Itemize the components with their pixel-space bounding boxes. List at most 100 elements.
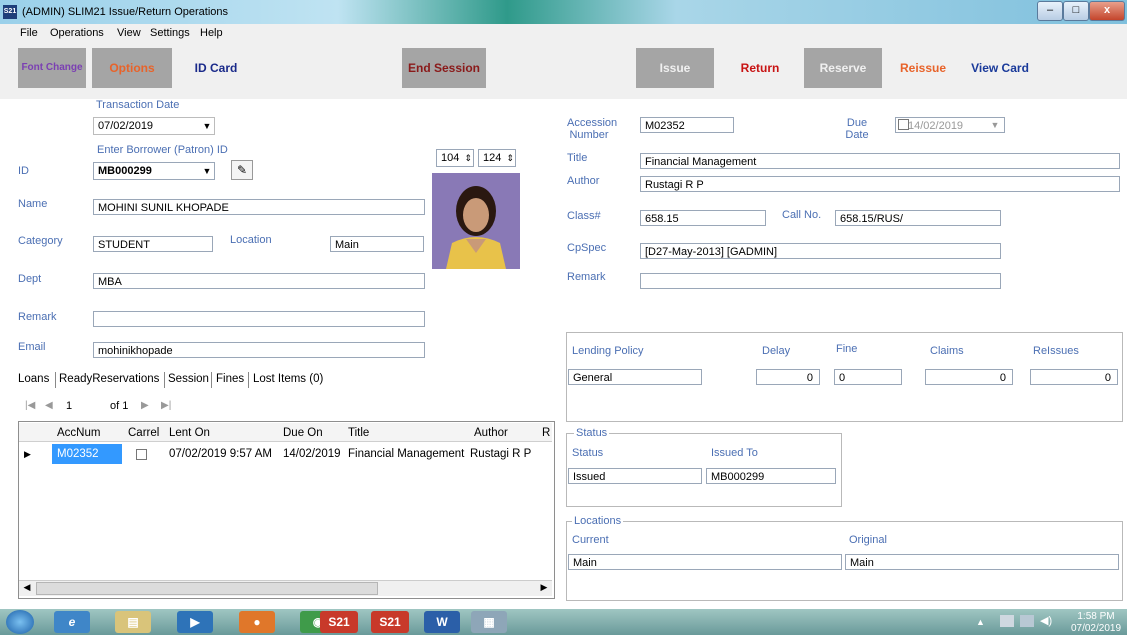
media-player-icon[interactable]: ▶ <box>177 611 213 633</box>
slim21-icon[interactable]: S21 <box>371 611 409 633</box>
spin-arrows-icon[interactable]: ⇕ <box>506 150 515 166</box>
cell-due-on[interactable]: 14/02/2019 <box>283 448 341 460</box>
reissue-button[interactable]: Reissue <box>888 48 958 88</box>
first-page-icon[interactable]: |◀ <box>25 400 35 411</box>
maximize-button[interactable]: □ <box>1063 1 1089 21</box>
fine-field[interactable]: 0 <box>834 369 902 385</box>
tab-session[interactable]: Session <box>168 373 209 385</box>
col-lent-on[interactable]: Lent On <box>169 427 210 439</box>
dropdown-arrow-icon[interactable]: ▼ <box>200 119 214 133</box>
book-remark-label: Remark <box>567 271 606 283</box>
ie-icon[interactable]: e <box>54 611 90 633</box>
font-change-button[interactable]: Font Change <box>18 48 86 88</box>
dropdown-arrow-icon[interactable]: ▼ <box>200 164 214 178</box>
claims-field[interactable]: 0 <box>925 369 1013 385</box>
col-title[interactable]: Title <box>348 427 369 439</box>
word-icon[interactable]: W <box>424 611 460 633</box>
flag-icon[interactable] <box>1000 615 1014 627</box>
col-r[interactable]: R <box>542 427 550 439</box>
class-field[interactable]: 658.15 <box>640 210 766 226</box>
volume-icon[interactable]: ◀) <box>1040 614 1052 627</box>
col-carrel[interactable]: Carrel <box>128 427 159 439</box>
category-field[interactable]: STUDENT <box>93 236 213 252</box>
close-button[interactable]: x <box>1089 1 1125 21</box>
email-field[interactable]: mohinikhopade <box>93 342 425 358</box>
delay-field[interactable]: 0 <box>756 369 820 385</box>
remark-field[interactable] <box>93 311 425 327</box>
tray-expand-icon[interactable]: ▲ <box>976 617 985 627</box>
book-remark-field[interactable] <box>640 273 1001 289</box>
dropdown-arrow-icon[interactable]: ▼ <box>988 118 1002 132</box>
col-accnum[interactable]: AccNum <box>57 427 100 439</box>
next-page-icon[interactable]: ▶ <box>141 400 149 411</box>
scrollbar-thumb[interactable] <box>36 582 378 595</box>
original-location-field[interactable]: Main <box>845 554 1119 570</box>
delay-label: Delay <box>762 345 791 357</box>
tab-fines[interactable]: Fines <box>216 373 244 385</box>
dept-label: Dept <box>18 273 42 285</box>
network-icon[interactable] <box>1020 615 1034 627</box>
col-author[interactable]: Author <box>474 427 508 439</box>
photo-height-value: 124 <box>483 152 502 164</box>
cell-accnum[interactable]: M02352 <box>57 448 99 460</box>
transaction-date-label: Transaction Date <box>96 99 180 111</box>
dept-field[interactable]: MBA <box>93 273 425 289</box>
scroll-right-icon[interactable]: ▶ <box>537 582 551 594</box>
calculator-icon[interactable]: ▦ <box>471 611 507 633</box>
reserve-button[interactable]: Reserve <box>804 48 882 88</box>
location-field[interactable]: Main <box>330 236 424 252</box>
menu-view[interactable]: View <box>117 27 141 39</box>
cell-title[interactable]: Financial Management <box>348 448 464 460</box>
photo-height-stepper[interactable]: 124 ⇕ <box>478 149 516 167</box>
carrel-checkbox[interactable] <box>136 449 147 460</box>
prev-page-icon[interactable]: ◀ <box>45 400 53 411</box>
firefox-icon[interactable]: ● <box>239 611 275 633</box>
tab-ready-reservations[interactable]: ReadyReservations <box>59 373 159 385</box>
return-button[interactable]: Return <box>722 48 798 88</box>
search-patron-icon[interactable]: ✎ <box>231 160 253 180</box>
menu-operations[interactable]: Operations <box>50 27 104 39</box>
tab-lost-items[interactable]: Lost Items (0) <box>253 373 323 385</box>
author-label: Author <box>567 175 600 187</box>
last-page-icon[interactable]: ▶| <box>161 400 171 411</box>
photo-width-stepper[interactable]: 104 ⇕ <box>436 149 474 167</box>
accession-field[interactable]: M02352 <box>640 117 734 133</box>
title-field[interactable]: Financial Management <box>640 153 1120 169</box>
tab-loans[interactable]: Loans <box>18 373 49 385</box>
lending-policy-field[interactable]: General <box>568 369 702 385</box>
reissues-field[interactable]: 0 <box>1030 369 1118 385</box>
explorer-icon[interactable]: ▤ <box>115 611 151 633</box>
menu-file[interactable]: File <box>20 27 38 39</box>
menu-help[interactable]: Help <box>200 27 223 39</box>
spin-arrows-icon[interactable]: ⇕ <box>464 150 473 166</box>
call-no-field[interactable]: 658.15/RUS/ <box>835 210 1001 226</box>
cell-author[interactable]: Rustagi R P <box>470 448 531 460</box>
status-field[interactable]: Issued <box>568 468 702 484</box>
cell-lent-on[interactable]: 07/02/2019 9:57 AM <box>169 448 272 460</box>
page-number[interactable]: 1 <box>66 400 72 412</box>
id-card-button[interactable]: ID Card <box>178 48 254 88</box>
issued-to-field[interactable]: MB000299 <box>706 468 836 484</box>
end-session-button[interactable]: End Session <box>402 48 486 88</box>
patron-id-combo[interactable]: MB000299 <box>93 162 215 180</box>
slim21-icon[interactable]: S21 <box>320 611 358 633</box>
clock-time[interactable]: 1:58 PM <box>1070 611 1122 622</box>
transaction-date-picker[interactable]: 07/02/2019 <box>93 117 215 135</box>
scroll-left-icon[interactable]: ◀ <box>20 582 34 594</box>
cpspec-field[interactable]: [D27-May-2013] [GADMIN] <box>640 243 1001 259</box>
start-orb-icon[interactable] <box>6 610 34 634</box>
tab-divider <box>211 372 212 388</box>
current-location-field[interactable]: Main <box>568 554 842 570</box>
name-field[interactable]: MOHINI SUNIL KHOPADE <box>93 199 425 215</box>
view-card-button[interactable]: View Card <box>962 48 1038 88</box>
author-field[interactable]: Rustagi R P <box>640 176 1120 192</box>
current-location-label: Current <box>572 534 609 546</box>
minimize-button[interactable]: – <box>1037 1 1063 21</box>
issue-button[interactable]: Issue <box>636 48 714 88</box>
status-label: Status <box>572 447 604 459</box>
options-button[interactable]: Options <box>92 48 172 88</box>
col-due-on[interactable]: Due On <box>283 427 323 439</box>
due-date-checkbox[interactable] <box>898 119 909 130</box>
menu-settings[interactable]: Settings <box>150 27 190 39</box>
clock-date[interactable]: 07/02/2019 <box>1068 623 1124 634</box>
